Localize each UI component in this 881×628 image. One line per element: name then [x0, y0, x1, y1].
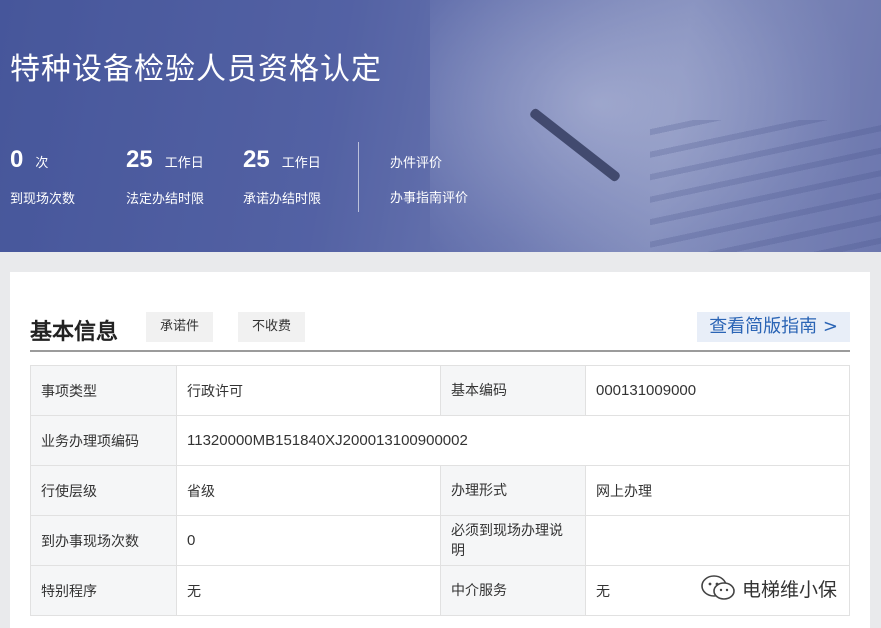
banner: 特种设备检验人员资格认定 0次 到现场次数 25 工作日 法定办结时限 25 工作日… — [0, 0, 881, 252]
field-value: 000131009000 — [585, 365, 850, 416]
stat-unit: 次 — [35, 156, 49, 171]
field-value: 省级 — [176, 465, 441, 516]
table-row: 到办事现场次数 0 必须到现场办理说明 — [30, 515, 850, 566]
commitment-tag: 承诺件 — [146, 312, 214, 342]
stat-unit: 工作日 — [281, 156, 321, 171]
free-of-charge-tag: 不收费 — [238, 312, 306, 342]
watermark-text: 电梯维小保 — [742, 578, 838, 601]
field-value: 网上办理 — [585, 465, 850, 516]
stat-label: 承诺办结时限 — [243, 192, 322, 207]
view-brief-guide-button[interactable]: 查看简版指南 > — [697, 312, 850, 342]
field-label: 业务办理项编码 — [30, 415, 177, 466]
stat-number: 25 — [126, 146, 153, 173]
table-row: 事项类型 行政许可 基本编码 000131009000 — [30, 365, 850, 416]
page-title: 特种设备检验人员资格认定 — [10, 52, 382, 87]
field-value: 0 — [176, 515, 441, 566]
watermark: 电梯维小保 — [700, 574, 837, 602]
stat-label: 到现场次数 — [10, 192, 76, 207]
field-label: 必须到现场办理说明 — [440, 515, 586, 566]
field-value: 无 — [176, 565, 441, 616]
field-label: 特别程序 — [30, 565, 177, 616]
stats-divider — [358, 142, 359, 212]
field-value: 11320000MB151840XJ200013100900002 — [176, 415, 850, 466]
guide-rating-link[interactable]: 办事指南评价 — [390, 187, 468, 206]
section-title: 基本信息 — [30, 320, 119, 345]
stat-unit: 工作日 — [164, 156, 204, 171]
field-label: 行使层级 — [30, 465, 177, 516]
field-value: 行政许可 — [176, 365, 441, 416]
field-label: 办理形式 — [440, 465, 586, 516]
field-label: 基本编码 — [440, 365, 586, 416]
stat-legal-deadline: 25 工作日 法定办结时限 — [126, 146, 204, 207]
section-header: 基本信息 承诺件 不收费 查看简版指南 > — [30, 312, 850, 352]
field-label: 事项类型 — [30, 365, 177, 416]
stat-number: 25 — [243, 146, 270, 173]
stat-number: 0 — [10, 146, 24, 173]
case-rating-link[interactable]: 办件评价 — [390, 152, 442, 171]
field-label: 到办事现场次数 — [30, 515, 177, 566]
table-row: 业务办理项编码 11320000MB151840XJ20001310090000… — [30, 415, 850, 466]
wechat-icon — [701, 575, 735, 600]
stat-label: 法定办结时限 — [126, 192, 205, 207]
table-row: 行使层级 省级 办理形式 网上办理 — [30, 465, 850, 516]
field-label: 中介服务 — [440, 565, 586, 616]
banner-overlay — [0, 0, 881, 252]
field-value — [585, 515, 850, 566]
stat-promised-deadline: 25 工作日 承诺办结时限 — [243, 146, 321, 207]
stat-visit-count: 0次 到现场次数 — [10, 146, 75, 207]
